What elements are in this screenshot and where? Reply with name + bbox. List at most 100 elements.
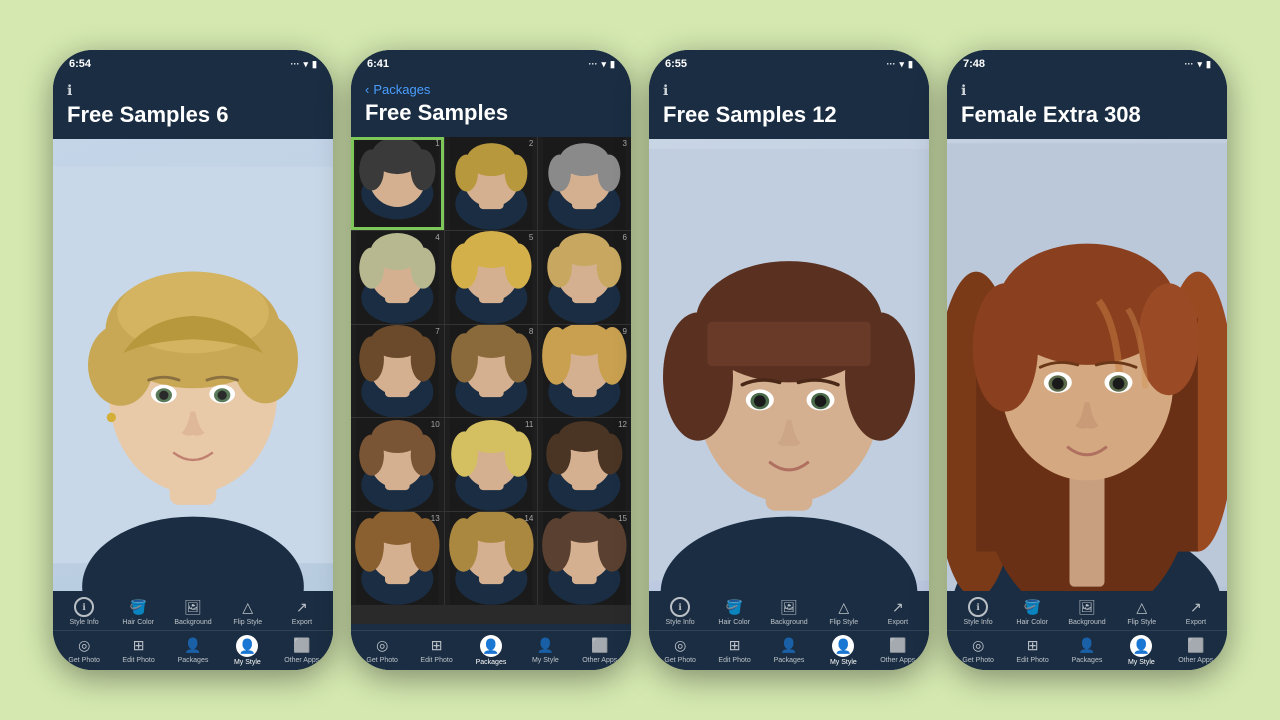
style-cell-10[interactable]: 10 <box>351 418 444 511</box>
packages-icon-4: 👤 <box>1077 635 1097 655</box>
style-info-btn[interactable]: ℹ Style Info <box>66 597 102 626</box>
hair-thumb-10 <box>351 418 444 511</box>
other-apps-btn-4[interactable]: ⬜ Other Apps <box>1178 635 1214 666</box>
toolbar-bottom-1: ◎ Get Photo ⊞ Edit Photo 👤 Packages 👤 My… <box>53 630 333 666</box>
style-info-btn-3[interactable]: ℹ Style Info <box>662 597 698 626</box>
flip-style-label: Flip Style <box>233 619 262 626</box>
cell-number-15: 15 <box>618 514 627 523</box>
style-cell-14[interactable]: 14 <box>445 512 538 605</box>
hair-color-btn[interactable]: 🪣 Hair Color <box>120 597 156 626</box>
cell-number-8: 8 <box>529 327 533 336</box>
style-cell-2[interactable]: 2 <box>445 137 538 230</box>
wifi-icon: ▾ <box>304 59 309 70</box>
toolbar-2: ◎ Get Photo ⊞ Edit Photo 👤 Packages 👤 My… <box>351 624 631 670</box>
toolbar-top-1: ℹ Style Info 🪣 Hair Color 🖼 Background △… <box>53 597 333 630</box>
phone-title-2: Free Samples <box>365 101 617 125</box>
back-chevron-icon: ‹ <box>365 82 369 97</box>
export-btn[interactable]: ↗ Export <box>284 597 320 626</box>
edit-photo-btn-2[interactable]: ⊞ Edit Photo <box>419 635 455 666</box>
phone-3: 6:55 ··· ▾ ▮ ℹ Free Samples 12 <box>649 50 929 670</box>
background-icon-3: 🖼 <box>779 597 799 617</box>
other-apps-label-3: Other Apps <box>880 657 915 664</box>
get-photo-btn-1[interactable]: ◎ Get Photo <box>66 635 102 666</box>
style-cell-3[interactable]: 3 <box>538 137 631 230</box>
phone-title-3: Free Samples 12 <box>663 103 915 127</box>
toolbar-3: ℹ Style Info 🪣 Hair Color 🖼 Background △… <box>649 591 929 670</box>
flip-style-btn-4[interactable]: △ Flip Style <box>1124 597 1160 626</box>
edit-photo-btn-3[interactable]: ⊞ Edit Photo <box>717 635 753 666</box>
edit-photo-btn-1[interactable]: ⊞ Edit Photo <box>121 635 157 666</box>
cell-number-14: 14 <box>524 514 533 523</box>
toolbar-4: ℹ Style Info 🪣 Hair Color 🖼 Background △… <box>947 591 1227 670</box>
phone-header-1: ℹ Free Samples 6 <box>53 74 333 139</box>
background-btn-4[interactable]: 🖼 Background <box>1068 597 1105 626</box>
hair-color-btn-4[interactable]: 🪣 Hair Color <box>1014 597 1050 626</box>
packages-btn-1[interactable]: 👤 Packages <box>175 635 211 666</box>
battery-icon-2: ▮ <box>610 59 615 70</box>
phone-content-2: 1 <box>351 137 631 624</box>
info-icon-3[interactable]: ℹ <box>663 82 915 99</box>
get-photo-icon-2: ◎ <box>372 635 392 655</box>
packages-btn-4[interactable]: 👤 Packages <box>1069 635 1105 666</box>
wifi-icon-3: ▾ <box>900 59 905 70</box>
time-3: 6:55 <box>665 58 687 70</box>
status-icons-3: ··· ▾ ▮ <box>887 59 913 70</box>
packages-btn-2[interactable]: 👤 Packages <box>473 635 509 666</box>
other-apps-icon: ⬜ <box>292 635 312 655</box>
style-cell-1[interactable]: 1 <box>351 137 444 230</box>
hair-color-btn-3[interactable]: 🪣 Hair Color <box>716 597 752 626</box>
cell-number-10: 10 <box>431 420 440 429</box>
cell-number-9: 9 <box>623 327 627 336</box>
time-2: 6:41 <box>367 58 389 70</box>
other-apps-btn-1[interactable]: ⬜ Other Apps <box>284 635 320 666</box>
packages-label-4: Packages <box>1072 657 1103 664</box>
toolbar-1: ℹ Style Info 🪣 Hair Color 🖼 Background △… <box>53 591 333 670</box>
my-style-btn-1[interactable]: 👤 My Style <box>229 635 265 666</box>
my-style-label-3: My Style <box>830 659 857 666</box>
flip-style-icon-4: △ <box>1132 597 1152 617</box>
background-btn[interactable]: 🖼 Background <box>174 597 211 626</box>
back-label: Packages <box>373 82 430 97</box>
my-style-btn-2[interactable]: 👤 My Style <box>527 635 563 666</box>
flip-style-btn-3[interactable]: △ Flip Style <box>826 597 862 626</box>
my-style-btn-4[interactable]: 👤 My Style <box>1123 635 1159 666</box>
style-cell-13[interactable]: 13 <box>351 512 444 605</box>
info-icon-1[interactable]: ℹ <box>67 82 319 99</box>
packages-icon-3: 👤 <box>779 635 799 655</box>
style-info-btn-4[interactable]: ℹ Style Info <box>960 597 996 626</box>
edit-photo-btn-4[interactable]: ⊞ Edit Photo <box>1015 635 1051 666</box>
style-cell-5[interactable]: 5 <box>445 231 538 324</box>
get-photo-btn-2[interactable]: ◎ Get Photo <box>364 635 400 666</box>
edit-photo-icon-3: ⊞ <box>725 635 745 655</box>
flip-style-btn[interactable]: △ Flip Style <box>230 597 266 626</box>
background-btn-3[interactable]: 🖼 Background <box>770 597 807 626</box>
my-style-btn-3[interactable]: 👤 My Style <box>825 635 861 666</box>
back-nav[interactable]: ‹ Packages <box>365 82 617 97</box>
style-cell-15[interactable]: 15 <box>538 512 631 605</box>
style-info-icon-4: ℹ <box>968 597 988 617</box>
style-cell-6[interactable]: 6 <box>538 231 631 324</box>
get-photo-icon-4: ◎ <box>968 635 988 655</box>
other-apps-btn-3[interactable]: ⬜ Other Apps <box>880 635 916 666</box>
other-apps-btn-2[interactable]: ⬜ Other Apps <box>582 635 618 666</box>
style-cell-9[interactable]: 9 <box>538 325 631 418</box>
packages-label: Packages <box>178 657 209 664</box>
portrait-1 <box>53 139 333 591</box>
get-photo-btn-4[interactable]: ◎ Get Photo <box>960 635 996 666</box>
hair-thumb-11 <box>445 418 538 511</box>
style-cell-12[interactable]: 12 <box>538 418 631 511</box>
get-photo-btn-3[interactable]: ◎ Get Photo <box>662 635 698 666</box>
style-cell-4[interactable]: 4 <box>351 231 444 324</box>
style-cell-7[interactable]: 7 <box>351 325 444 418</box>
info-icon-4[interactable]: ℹ <box>961 82 1213 99</box>
hair-thumb-5 <box>445 231 538 324</box>
cell-number-13: 13 <box>431 514 440 523</box>
my-style-icon-3: 👤 <box>832 635 854 657</box>
phones-container: 6:54 ··· ▾ ▮ ℹ Free Samples 6 <box>35 32 1245 688</box>
export-btn-4[interactable]: ↗ Export <box>1178 597 1214 626</box>
style-cell-11[interactable]: 11 <box>445 418 538 511</box>
style-cell-8[interactable]: 8 <box>445 325 538 418</box>
background-label-3: Background <box>770 619 807 626</box>
export-btn-3[interactable]: ↗ Export <box>880 597 916 626</box>
packages-btn-3[interactable]: 👤 Packages <box>771 635 807 666</box>
